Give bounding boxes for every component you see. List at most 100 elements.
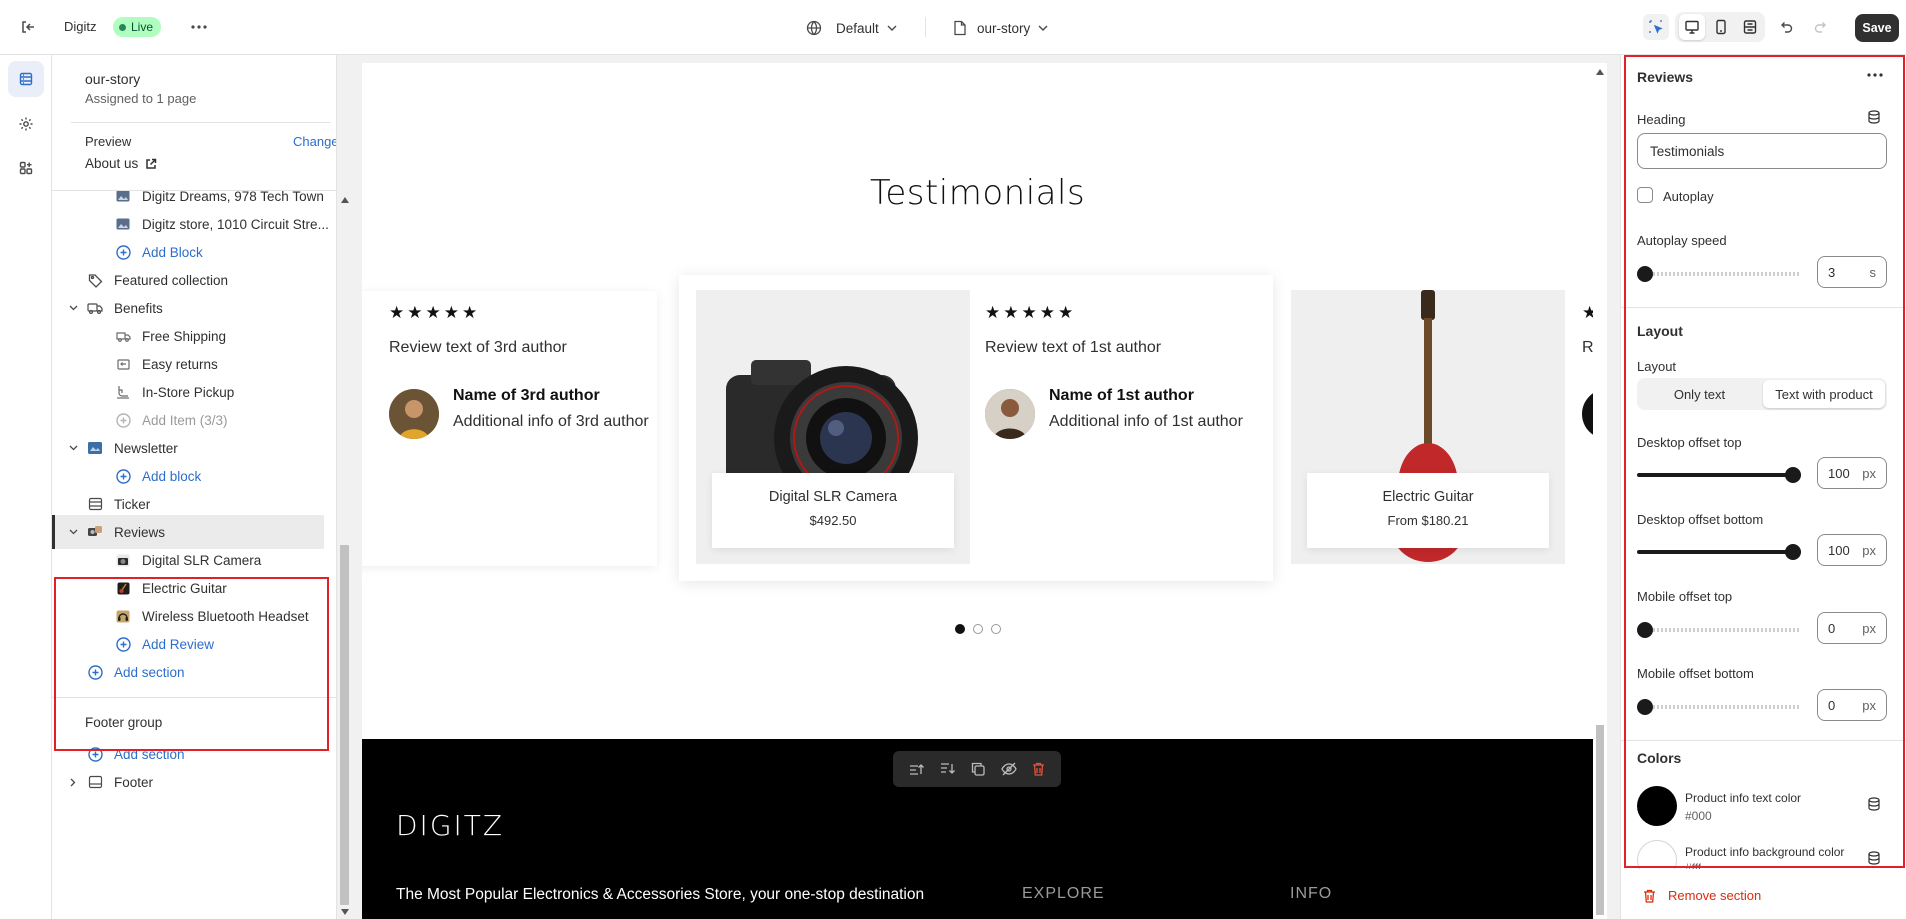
undo-icon[interactable]	[1773, 14, 1799, 40]
newsletter-icon	[86, 439, 104, 457]
add-section-label: Add section	[114, 664, 185, 680]
mobile-bottom-slider[interactable]	[1637, 699, 1801, 715]
delete-trash-icon[interactable]	[1032, 762, 1045, 776]
move-up-icon[interactable]	[909, 762, 925, 776]
section-toolbar	[893, 751, 1061, 787]
autoplay-speed-input[interactable]: 3s	[1817, 256, 1887, 288]
scrollbar-thumb[interactable]	[340, 545, 349, 905]
option-label: Text with product	[1775, 386, 1873, 402]
product-name: Digital SLR Camera	[768, 489, 898, 505]
color1-label: Product info text color	[1685, 791, 1802, 805]
desktop-bottom-input[interactable]: 100 px	[1817, 534, 1887, 566]
preview-scrollbar[interactable]	[1593, 63, 1607, 919]
exit-icon[interactable]	[15, 14, 41, 40]
author-name: Name of 1st author	[1049, 387, 1194, 404]
preview-page-link[interactable]: About us	[85, 156, 157, 171]
returns-icon	[114, 355, 132, 373]
sections-sidebar: our-story Assigned to 1 page Preview Cha…	[52, 55, 339, 919]
scroll-down-arrow-icon[interactable]	[341, 909, 349, 915]
pagination-dot[interactable]	[991, 624, 1001, 634]
remove-section-button[interactable]: Remove section	[1643, 888, 1761, 903]
settings-panel: Reviews Heading Testimonials Autoplay Au…	[1620, 55, 1906, 919]
review-text: Review text of 3rd author	[389, 339, 567, 356]
unit-label: px	[1862, 465, 1876, 481]
save-button[interactable]: Save	[1855, 14, 1899, 42]
tree-item-label: Electric Guitar	[142, 580, 227, 596]
settings-gear-icon[interactable]	[8, 106, 44, 142]
unit-label: px	[1862, 542, 1876, 558]
autoplay-speed-slider[interactable]	[1637, 266, 1801, 282]
tree-item-label: Footer	[114, 774, 154, 790]
more-options-icon[interactable]	[186, 14, 212, 40]
pagination-dot[interactable]	[973, 624, 983, 634]
tree-item-label: Benefits	[114, 300, 163, 316]
footer-tagline: The Most Popular Electronics & Accessori…	[396, 886, 925, 903]
dynamic-source-icon[interactable]	[1867, 851, 1881, 865]
slider-knob[interactable]	[1637, 699, 1653, 715]
panel-title: Reviews	[1637, 69, 1694, 85]
heading-input[interactable]: Testimonials	[1637, 133, 1887, 169]
layout-option-text-with-product[interactable]: Text with product	[1763, 380, 1885, 408]
scroll-up-arrow-icon[interactable]	[1596, 69, 1604, 75]
desktop-view-icon[interactable]	[1679, 14, 1705, 40]
slider-knob[interactable]	[1637, 622, 1653, 638]
desktop-top-slider[interactable]	[1637, 467, 1801, 483]
sections-icon[interactable]	[8, 61, 44, 97]
product-info-card[interactable]: Digital SLR Camera $492.50	[712, 473, 954, 548]
autoplay-checkbox[interactable]	[1637, 187, 1653, 203]
testimonials-heading: Testimonials	[869, 173, 1086, 213]
desktop-bottom-label: Desktop offset bottom	[1637, 512, 1764, 527]
add-section-button[interactable]: Add section	[86, 655, 185, 689]
duplicate-icon[interactable]	[971, 762, 986, 776]
review-text: Re	[1582, 339, 1593, 356]
mobile-top-label: Mobile offset top	[1637, 589, 1733, 604]
color-swatch-text[interactable]	[1637, 786, 1677, 826]
rating-stars: ★★★★★	[1582, 303, 1593, 322]
template-selector[interactable]: our-story	[953, 16, 1048, 40]
assigned-text: Assigned to 1 page	[85, 91, 197, 106]
preview-canvas: Testimonials ★★★★★ Review text of 3rd au…	[362, 63, 1593, 919]
mobile-view-icon[interactable]	[1708, 14, 1734, 40]
tree-section-footer[interactable]: Footer	[68, 765, 153, 799]
desktop-bottom-slider[interactable]	[1637, 544, 1801, 560]
footer-heading-info: INFO	[1290, 885, 1333, 902]
author-name: Name of 3rd author	[453, 387, 600, 404]
tree-item-label: Reviews	[114, 524, 166, 540]
hide-eye-icon[interactable]	[1001, 762, 1017, 776]
rating-stars: ★★★★★	[389, 303, 481, 322]
product-price: $492.50	[809, 513, 857, 528]
move-down-icon[interactable]	[940, 762, 956, 776]
remove-section-label: Remove section	[1668, 888, 1762, 903]
sidebar-scrollbar[interactable]	[336, 55, 352, 919]
panel-more-icon[interactable]	[1867, 73, 1883, 77]
autoplay-speed-value: 3	[1828, 264, 1836, 280]
fullscreen-view-icon[interactable]	[1737, 14, 1763, 40]
apps-icon[interactable]	[8, 150, 44, 186]
theme-selector[interactable]: Default	[806, 16, 897, 40]
inspector-toggle-icon[interactable]	[1643, 14, 1669, 40]
mobile-bottom-input[interactable]: 0 px	[1817, 689, 1887, 721]
reviews-icon	[86, 523, 104, 541]
pickup-icon	[114, 383, 132, 401]
redo-icon[interactable]	[1808, 14, 1834, 40]
slider-knob[interactable]	[1785, 544, 1801, 560]
colors-section-title: Colors	[1637, 750, 1682, 766]
desktop-top-input[interactable]: 100 px	[1817, 457, 1887, 489]
mobile-top-input[interactable]: 0 px	[1817, 612, 1887, 644]
layout-option-only-text[interactable]: Only text	[1639, 380, 1760, 408]
change-link[interactable]: Change	[293, 134, 339, 149]
dynamic-source-icon[interactable]	[1867, 797, 1881, 811]
pagination-dot-active[interactable]	[955, 624, 965, 634]
tree-item-label: Featured collection	[114, 272, 229, 288]
rating-stars: ★★★★★	[985, 303, 1077, 322]
slider-knob[interactable]	[1785, 467, 1801, 483]
input-value: 0	[1828, 620, 1836, 636]
scroll-up-arrow-icon[interactable]	[341, 197, 349, 203]
slider-track	[1637, 705, 1801, 709]
layout-label: Layout	[1637, 359, 1677, 374]
slider-knob[interactable]	[1637, 266, 1653, 282]
dynamic-source-icon[interactable]	[1867, 110, 1881, 124]
product-info-card[interactable]: Electric Guitar From $180.21	[1307, 473, 1549, 548]
mobile-top-slider[interactable]	[1637, 622, 1801, 638]
scrollbar-thumb[interactable]	[1596, 725, 1604, 915]
